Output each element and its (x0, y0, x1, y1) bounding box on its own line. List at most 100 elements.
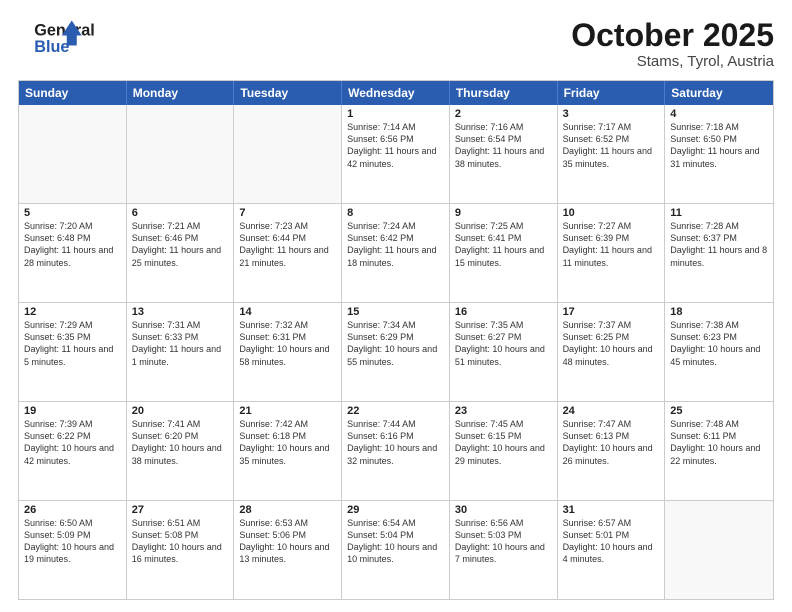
day-info: Sunrise: 7:39 AMSunset: 6:22 PMDaylight:… (24, 418, 121, 467)
weekday-header: Monday (127, 81, 235, 105)
day-number: 5 (24, 207, 121, 219)
calendar-row: 26Sunrise: 6:50 AMSunset: 5:09 PMDayligh… (19, 500, 773, 599)
calendar-cell (234, 105, 342, 203)
calendar-row: 19Sunrise: 7:39 AMSunset: 6:22 PMDayligh… (19, 401, 773, 500)
day-info: Sunrise: 7:23 AMSunset: 6:44 PMDaylight:… (239, 220, 336, 269)
calendar-cell: 25Sunrise: 7:48 AMSunset: 6:11 PMDayligh… (665, 402, 773, 500)
day-number: 1 (347, 108, 444, 120)
day-info: Sunrise: 7:45 AMSunset: 6:15 PMDaylight:… (455, 418, 552, 467)
calendar-cell: 13Sunrise: 7:31 AMSunset: 6:33 PMDayligh… (127, 303, 235, 401)
day-info: Sunrise: 6:53 AMSunset: 5:06 PMDaylight:… (239, 517, 336, 566)
calendar-cell: 10Sunrise: 7:27 AMSunset: 6:39 PMDayligh… (558, 204, 666, 302)
calendar-cell: 18Sunrise: 7:38 AMSunset: 6:23 PMDayligh… (665, 303, 773, 401)
day-info: Sunrise: 7:27 AMSunset: 6:39 PMDaylight:… (563, 220, 660, 269)
day-number: 27 (132, 504, 229, 516)
day-info: Sunrise: 7:31 AMSunset: 6:33 PMDaylight:… (132, 319, 229, 368)
calendar-cell: 4Sunrise: 7:18 AMSunset: 6:50 PMDaylight… (665, 105, 773, 203)
calendar-cell: 8Sunrise: 7:24 AMSunset: 6:42 PMDaylight… (342, 204, 450, 302)
day-number: 26 (24, 504, 121, 516)
calendar-cell (19, 105, 127, 203)
calendar-cell: 5Sunrise: 7:20 AMSunset: 6:48 PMDaylight… (19, 204, 127, 302)
calendar-cell: 24Sunrise: 7:47 AMSunset: 6:13 PMDayligh… (558, 402, 666, 500)
day-number: 10 (563, 207, 660, 219)
day-number: 25 (670, 405, 768, 417)
day-info: Sunrise: 7:20 AMSunset: 6:48 PMDaylight:… (24, 220, 121, 269)
calendar-cell: 9Sunrise: 7:25 AMSunset: 6:41 PMDaylight… (450, 204, 558, 302)
day-info: Sunrise: 7:18 AMSunset: 6:50 PMDaylight:… (670, 121, 768, 170)
calendar-cell: 12Sunrise: 7:29 AMSunset: 6:35 PMDayligh… (19, 303, 127, 401)
day-number: 6 (132, 207, 229, 219)
calendar-cell: 19Sunrise: 7:39 AMSunset: 6:22 PMDayligh… (19, 402, 127, 500)
calendar-cell: 27Sunrise: 6:51 AMSunset: 5:08 PMDayligh… (127, 501, 235, 599)
day-number: 23 (455, 405, 552, 417)
calendar-cell: 31Sunrise: 6:57 AMSunset: 5:01 PMDayligh… (558, 501, 666, 599)
day-info: Sunrise: 6:56 AMSunset: 5:03 PMDaylight:… (455, 517, 552, 566)
day-info: Sunrise: 7:35 AMSunset: 6:27 PMDaylight:… (455, 319, 552, 368)
header: General Blue October 2025 Stams, Tyrol, … (18, 18, 774, 70)
logo: General Blue (18, 18, 98, 58)
day-info: Sunrise: 7:14 AMSunset: 6:56 PMDaylight:… (347, 121, 444, 170)
calendar-body: 1Sunrise: 7:14 AMSunset: 6:56 PMDaylight… (19, 105, 773, 599)
location: Stams, Tyrol, Austria (571, 53, 774, 70)
calendar-cell: 26Sunrise: 6:50 AMSunset: 5:09 PMDayligh… (19, 501, 127, 599)
calendar-cell: 16Sunrise: 7:35 AMSunset: 6:27 PMDayligh… (450, 303, 558, 401)
calendar-cell: 22Sunrise: 7:44 AMSunset: 6:16 PMDayligh… (342, 402, 450, 500)
day-info: Sunrise: 6:50 AMSunset: 5:09 PMDaylight:… (24, 517, 121, 566)
day-number: 4 (670, 108, 768, 120)
day-number: 22 (347, 405, 444, 417)
calendar-cell: 2Sunrise: 7:16 AMSunset: 6:54 PMDaylight… (450, 105, 558, 203)
weekday-header: Sunday (19, 81, 127, 105)
day-number: 21 (239, 405, 336, 417)
day-info: Sunrise: 7:44 AMSunset: 6:16 PMDaylight:… (347, 418, 444, 467)
calendar-cell: 28Sunrise: 6:53 AMSunset: 5:06 PMDayligh… (234, 501, 342, 599)
calendar-row: 1Sunrise: 7:14 AMSunset: 6:56 PMDaylight… (19, 105, 773, 203)
day-number: 12 (24, 306, 121, 318)
day-number: 19 (24, 405, 121, 417)
day-info: Sunrise: 6:54 AMSunset: 5:04 PMDaylight:… (347, 517, 444, 566)
day-number: 30 (455, 504, 552, 516)
weekday-header: Wednesday (342, 81, 450, 105)
calendar-header: SundayMondayTuesdayWednesdayThursdayFrid… (19, 81, 773, 105)
calendar-row: 12Sunrise: 7:29 AMSunset: 6:35 PMDayligh… (19, 302, 773, 401)
day-info: Sunrise: 7:47 AMSunset: 6:13 PMDaylight:… (563, 418, 660, 467)
day-info: Sunrise: 6:57 AMSunset: 5:01 PMDaylight:… (563, 517, 660, 566)
calendar-row: 5Sunrise: 7:20 AMSunset: 6:48 PMDaylight… (19, 203, 773, 302)
day-number: 20 (132, 405, 229, 417)
day-number: 7 (239, 207, 336, 219)
day-number: 28 (239, 504, 336, 516)
day-info: Sunrise: 7:41 AMSunset: 6:20 PMDaylight:… (132, 418, 229, 467)
calendar-cell: 1Sunrise: 7:14 AMSunset: 6:56 PMDaylight… (342, 105, 450, 203)
calendar-cell: 14Sunrise: 7:32 AMSunset: 6:31 PMDayligh… (234, 303, 342, 401)
day-info: Sunrise: 7:29 AMSunset: 6:35 PMDaylight:… (24, 319, 121, 368)
day-info: Sunrise: 7:32 AMSunset: 6:31 PMDaylight:… (239, 319, 336, 368)
day-number: 18 (670, 306, 768, 318)
svg-text:Blue: Blue (34, 38, 69, 56)
day-number: 11 (670, 207, 768, 219)
weekday-header: Saturday (665, 81, 773, 105)
calendar-cell: 21Sunrise: 7:42 AMSunset: 6:18 PMDayligh… (234, 402, 342, 500)
day-number: 29 (347, 504, 444, 516)
calendar-cell: 6Sunrise: 7:21 AMSunset: 6:46 PMDaylight… (127, 204, 235, 302)
day-info: Sunrise: 7:42 AMSunset: 6:18 PMDaylight:… (239, 418, 336, 467)
logo-icon: General Blue (18, 18, 98, 58)
day-number: 3 (563, 108, 660, 120)
calendar-cell: 7Sunrise: 7:23 AMSunset: 6:44 PMDaylight… (234, 204, 342, 302)
calendar-cell: 17Sunrise: 7:37 AMSunset: 6:25 PMDayligh… (558, 303, 666, 401)
calendar-cell: 30Sunrise: 6:56 AMSunset: 5:03 PMDayligh… (450, 501, 558, 599)
calendar: SundayMondayTuesdayWednesdayThursdayFrid… (18, 80, 774, 600)
day-number: 2 (455, 108, 552, 120)
day-info: Sunrise: 7:34 AMSunset: 6:29 PMDaylight:… (347, 319, 444, 368)
weekday-header: Thursday (450, 81, 558, 105)
day-info: Sunrise: 7:25 AMSunset: 6:41 PMDaylight:… (455, 220, 552, 269)
calendar-cell: 29Sunrise: 6:54 AMSunset: 5:04 PMDayligh… (342, 501, 450, 599)
day-number: 13 (132, 306, 229, 318)
day-number: 9 (455, 207, 552, 219)
weekday-header: Tuesday (234, 81, 342, 105)
day-info: Sunrise: 6:51 AMSunset: 5:08 PMDaylight:… (132, 517, 229, 566)
day-info: Sunrise: 7:16 AMSunset: 6:54 PMDaylight:… (455, 121, 552, 170)
month-title: October 2025 (571, 18, 774, 53)
day-info: Sunrise: 7:17 AMSunset: 6:52 PMDaylight:… (563, 121, 660, 170)
calendar-cell: 3Sunrise: 7:17 AMSunset: 6:52 PMDaylight… (558, 105, 666, 203)
day-info: Sunrise: 7:48 AMSunset: 6:11 PMDaylight:… (670, 418, 768, 467)
day-number: 16 (455, 306, 552, 318)
